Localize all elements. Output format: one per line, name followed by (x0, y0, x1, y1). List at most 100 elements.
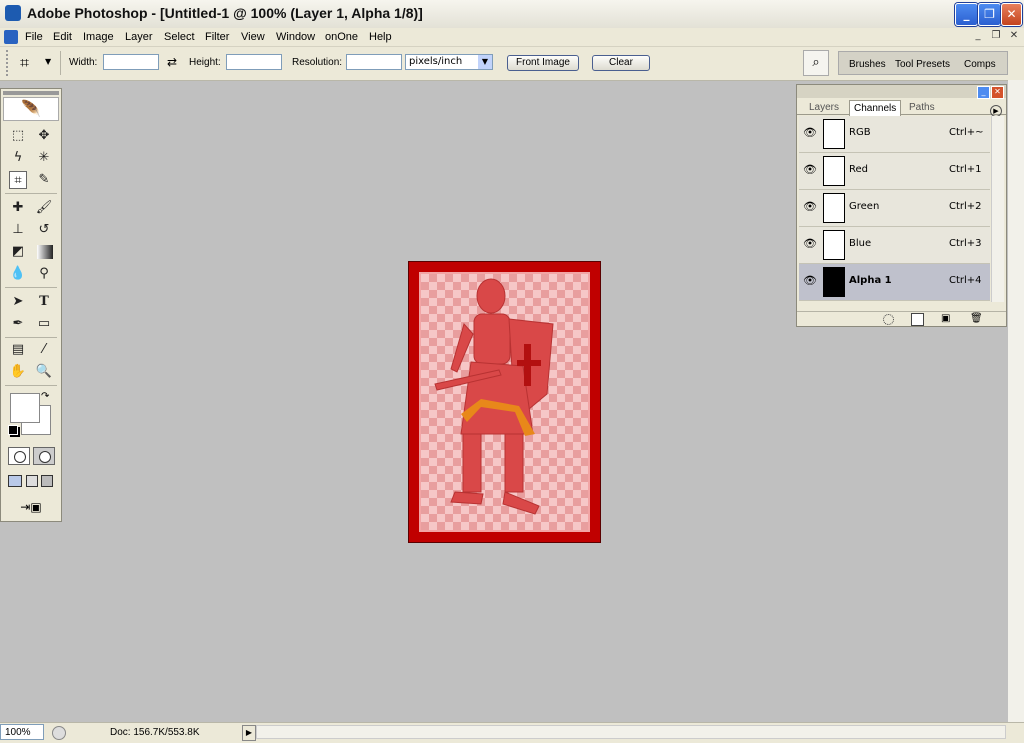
healing-brush-icon[interactable]: ✚ (9, 199, 27, 217)
visibility-eye-icon[interactable]: 👁 (803, 237, 817, 251)
quick-mask-mode-button[interactable] (33, 447, 55, 465)
pen-tool-icon[interactable]: ✒ (9, 315, 27, 333)
path-selection-icon[interactable]: ➤ (9, 293, 27, 311)
channel-thumbnail (823, 230, 845, 260)
clone-stamp-icon[interactable]: ⊥ (9, 221, 27, 239)
full-screen-menu-mode-icon[interactable] (26, 475, 38, 487)
gradient-tool-icon[interactable] (37, 245, 53, 259)
channel-row-blue[interactable]: 👁 Blue Ctrl+3 (799, 227, 990, 264)
resolution-units-value: pixels/inch (409, 56, 463, 67)
magic-wand-tool-icon[interactable]: ✳ (35, 149, 53, 167)
channel-shortcut: Ctrl+4 (949, 275, 982, 286)
document-icon[interactable] (4, 30, 18, 44)
tab-layers[interactable]: Layers (809, 100, 839, 115)
width-input[interactable] (103, 54, 159, 70)
file-browser-icon[interactable]: ⌕ (803, 50, 829, 76)
tool-preset-dropdown-icon[interactable]: ▼ (45, 57, 51, 66)
crop-tool-icon[interactable]: ⌗ (20, 53, 29, 73)
channel-row-red[interactable]: 👁 Red Ctrl+1 (799, 153, 990, 190)
height-input[interactable] (226, 54, 282, 70)
channel-row-green[interactable]: 👁 Green Ctrl+2 (799, 190, 990, 227)
slice-tool-icon[interactable]: ✎ (35, 171, 53, 189)
channel-shortcut: Ctrl+2 (949, 201, 982, 212)
doc-close-icon[interactable]: ✕ (1007, 30, 1021, 42)
channel-row-rgb[interactable]: 👁 RGB Ctrl+~ (799, 116, 990, 153)
tab-channels[interactable]: Channels (849, 100, 902, 116)
visibility-eye-icon[interactable]: 👁 (803, 163, 817, 177)
options-grip[interactable] (6, 50, 12, 76)
channel-name: Green (849, 201, 880, 212)
move-tool-icon[interactable]: ✥ (35, 127, 53, 145)
visibility-eye-icon[interactable]: 👁 (803, 200, 817, 214)
standard-screen-mode-icon[interactable] (8, 475, 22, 487)
status-menu-arrow-icon[interactable]: ▶ (242, 725, 256, 741)
jump-to-imageready-icon[interactable]: ⇥▣ (9, 499, 53, 515)
feather-logo-icon[interactable]: 🪶 (3, 97, 59, 121)
history-brush-icon[interactable]: ↺ (35, 221, 53, 239)
dodge-tool-icon[interactable]: ⚲ (35, 265, 53, 283)
resolution-input[interactable] (346, 54, 402, 70)
canvas-vertical-scrollbar[interactable] (1008, 80, 1024, 722)
full-screen-mode-icon[interactable] (41, 475, 53, 487)
doc-minimize-icon[interactable]: _ (971, 30, 985, 42)
close-button[interactable]: ✕ (1001, 3, 1022, 26)
menu-help[interactable]: Help (369, 28, 392, 46)
menu-file[interactable]: File (25, 28, 43, 46)
toolbox-separator (5, 385, 57, 386)
type-tool-icon[interactable]: T (35, 293, 53, 311)
eraser-tool-icon[interactable]: ◩ (9, 243, 27, 261)
menu-edit[interactable]: Edit (53, 28, 72, 46)
menu-layer[interactable]: Layer (125, 28, 153, 46)
well-tab-comps[interactable]: Comps (964, 55, 996, 75)
new-channel-icon[interactable]: ▣ (941, 313, 950, 324)
hand-tool-icon[interactable]: ✋ (9, 363, 27, 381)
resolution-units-select[interactable]: pixels/inch ▼ (405, 54, 493, 70)
menu-view[interactable]: View (241, 28, 265, 46)
status-info-icon[interactable] (52, 726, 66, 740)
minimize-button[interactable]: _ (955, 3, 978, 26)
toolbox-grip[interactable] (3, 91, 59, 95)
zoom-field[interactable]: 100% (0, 724, 44, 740)
visibility-eye-icon[interactable]: 👁 (803, 126, 817, 140)
horizontal-scrollbar[interactable] (256, 725, 1006, 739)
default-colors-icon[interactable] (8, 425, 18, 435)
document-canvas[interactable] (408, 261, 601, 543)
well-tab-tool-presets[interactable]: Tool Presets (895, 55, 950, 75)
menu-select[interactable]: Select (164, 28, 195, 46)
zoom-tool-icon[interactable]: 🔍 (35, 363, 53, 381)
foreground-color-swatch[interactable] (10, 393, 40, 423)
blur-tool-icon[interactable]: 💧 (9, 265, 27, 283)
load-channel-as-selection-icon[interactable] (883, 314, 894, 325)
standard-mode-button[interactable] (8, 447, 30, 465)
menu-onone[interactable]: onOne (325, 28, 358, 46)
quick-mask-icon (39, 451, 51, 463)
front-image-button[interactable]: Front Image (507, 55, 579, 71)
swap-dimensions-icon[interactable]: ⇄ (167, 55, 177, 69)
chevron-down-icon[interactable]: ▼ (478, 55, 492, 69)
channel-row-alpha-1[interactable]: 👁 Alpha 1 Ctrl+4 (799, 264, 990, 301)
tab-paths[interactable]: Paths (909, 100, 935, 115)
eyedropper-tool-icon[interactable]: ⁄ (35, 341, 53, 359)
panel-footer: ▣ 🗑 (797, 311, 1006, 327)
save-selection-as-channel-icon[interactable] (911, 313, 924, 326)
marquee-tool-icon[interactable]: ⬚ (9, 127, 27, 145)
channels-scrollbar[interactable] (991, 116, 1004, 302)
maximize-button[interactable]: ❐ (978, 3, 1001, 26)
menu-window[interactable]: Window (276, 28, 315, 46)
panel-close-icon[interactable]: ✕ (991, 86, 1004, 99)
menu-filter[interactable]: Filter (205, 28, 229, 46)
panel-title-bar[interactable] (797, 85, 1006, 98)
brush-tool-icon[interactable]: 🖌 (35, 199, 53, 217)
well-tab-brushes[interactable]: Brushes (849, 55, 886, 75)
visibility-eye-icon[interactable]: 👁 (803, 274, 817, 288)
rectangle-tool-icon[interactable]: ▭ (35, 315, 53, 333)
crop-tool-button-icon[interactable]: ⌗ (9, 171, 27, 189)
doc-restore-icon[interactable]: ❐ (989, 30, 1003, 42)
clear-button[interactable]: Clear (592, 55, 650, 71)
swap-colors-icon[interactable]: ↷ (41, 391, 49, 402)
notes-tool-icon[interactable]: ▤ (9, 341, 27, 359)
lasso-tool-icon[interactable]: ϟ (9, 149, 27, 167)
delete-channel-icon[interactable]: 🗑 (970, 313, 983, 324)
menu-image[interactable]: Image (83, 28, 114, 46)
panel-minimize-icon[interactable]: _ (977, 86, 990, 99)
